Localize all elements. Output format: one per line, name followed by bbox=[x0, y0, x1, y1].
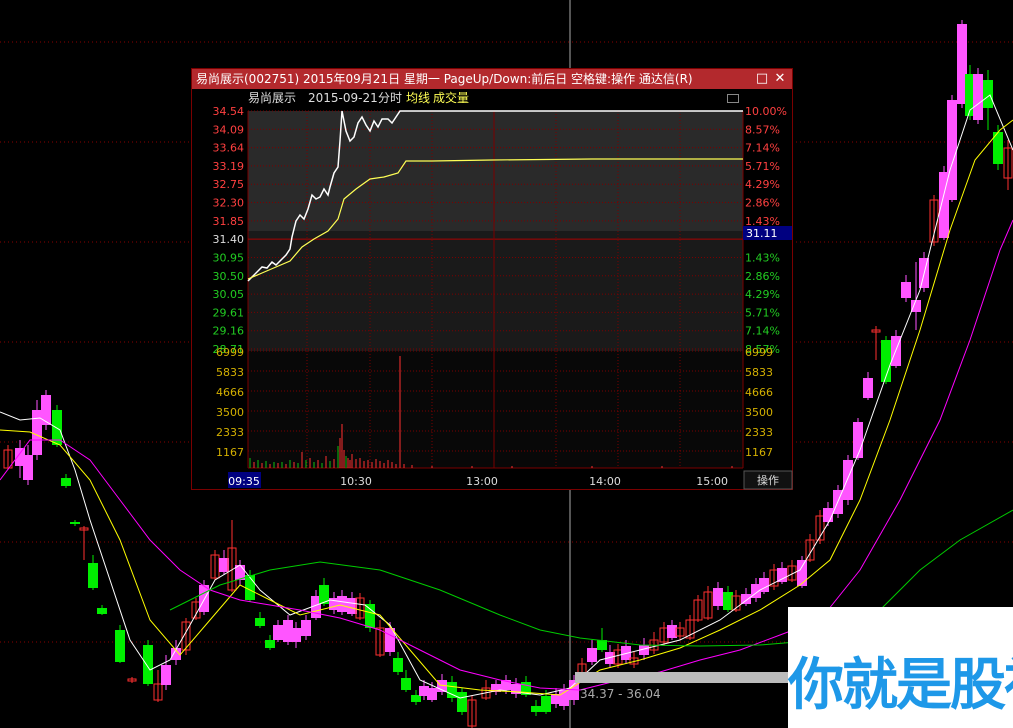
price-tick: 34.54 bbox=[213, 105, 245, 118]
candle-body bbox=[541, 696, 551, 712]
candle-body bbox=[161, 665, 171, 685]
watermark-slogan: 你就是股神 bbox=[788, 653, 1013, 718]
time-tick: 13:00 bbox=[466, 475, 498, 488]
candle-body bbox=[88, 563, 98, 588]
pct-tick: 7.14% bbox=[745, 325, 780, 338]
candle-body bbox=[587, 648, 597, 662]
candle-body bbox=[273, 625, 283, 640]
volume-tick: 3500 bbox=[216, 406, 244, 419]
candle-body bbox=[365, 604, 375, 628]
volume-tick: 4666 bbox=[745, 386, 773, 399]
pct-tick: 5.71% bbox=[745, 306, 780, 319]
candle-body bbox=[411, 695, 421, 702]
pct-tick: 1.43% bbox=[745, 251, 780, 264]
volume-tick: 6999 bbox=[745, 346, 773, 359]
pct-tick: 2.86% bbox=[745, 197, 780, 210]
candle-body bbox=[337, 596, 347, 612]
time-tick: 10:30 bbox=[340, 475, 372, 488]
candle-body bbox=[115, 630, 125, 662]
ops-button-label[interactable]: 操作 bbox=[757, 473, 779, 487]
candle-body bbox=[97, 608, 107, 614]
pct-tick: 1.43% bbox=[745, 215, 780, 228]
candle-body bbox=[41, 395, 51, 425]
pct-tick: 2.86% bbox=[745, 270, 780, 283]
pct-tick: 8.57% bbox=[745, 123, 780, 136]
volume-tick: 3500 bbox=[745, 406, 773, 419]
volume-tick: 6999 bbox=[216, 346, 244, 359]
candle-body bbox=[843, 460, 853, 500]
pct-tick: 4.29% bbox=[745, 178, 780, 191]
volume-tick: 5833 bbox=[745, 366, 773, 379]
candle-body bbox=[255, 618, 265, 626]
candle-body bbox=[245, 575, 255, 600]
volume-panel-bg bbox=[248, 351, 743, 468]
candle-body bbox=[531, 706, 541, 712]
candle-body bbox=[901, 282, 911, 298]
cursor-readout-text: 34.37 - 36.04 bbox=[580, 687, 661, 701]
volume-tick: 2333 bbox=[216, 426, 244, 439]
price-tick: 31.40 bbox=[213, 233, 245, 246]
volume-tick: 1167 bbox=[216, 446, 244, 459]
volume-tick: 2333 bbox=[745, 426, 773, 439]
candle-body bbox=[143, 645, 153, 684]
price-tick: 33.19 bbox=[213, 160, 245, 173]
price-tick: 29.61 bbox=[213, 306, 245, 319]
candle-body bbox=[393, 658, 403, 672]
price-tick: 31.85 bbox=[213, 215, 245, 228]
candle-body bbox=[265, 640, 275, 648]
pct-tick: 4.29% bbox=[745, 288, 780, 301]
candle-body bbox=[32, 410, 42, 455]
time-tick: 14:00 bbox=[589, 475, 621, 488]
volume-tick: 1167 bbox=[745, 446, 773, 459]
candle-body bbox=[947, 100, 957, 200]
candle-body bbox=[301, 620, 311, 636]
candle-body bbox=[823, 508, 833, 522]
candle-body bbox=[777, 568, 787, 582]
price-tick: 32.75 bbox=[213, 178, 245, 191]
candle-body bbox=[457, 692, 467, 712]
price-tick: 30.95 bbox=[213, 251, 245, 264]
candle-body bbox=[70, 522, 80, 524]
candle-body bbox=[797, 560, 807, 586]
price-tick: 30.50 bbox=[213, 270, 245, 283]
candle-body bbox=[199, 585, 209, 612]
price-tick: 34.09 bbox=[213, 123, 245, 136]
price-tick: 29.16 bbox=[213, 325, 245, 338]
cursor-value: 31.11 bbox=[746, 227, 778, 240]
price-tick: 32.30 bbox=[213, 197, 245, 210]
price-tick: 30.05 bbox=[213, 288, 245, 301]
volume-tick: 4666 bbox=[216, 386, 244, 399]
time-tick: 09:35 bbox=[228, 475, 260, 488]
pct-tick: 5.71% bbox=[745, 160, 780, 173]
candle-body bbox=[597, 640, 607, 650]
candle-body bbox=[23, 455, 33, 480]
candle-body bbox=[291, 628, 301, 642]
candle-body bbox=[427, 688, 437, 700]
candle-body bbox=[713, 588, 723, 606]
intraday-popup-window[interactable]: 易尚展示(002751) 2015年09月21日 星期一 PageUp/Down… bbox=[191, 68, 793, 490]
candle-body bbox=[853, 422, 863, 458]
candle-body bbox=[911, 300, 921, 312]
candle-body bbox=[973, 74, 983, 120]
pct-tick: 10.00% bbox=[745, 105, 787, 118]
time-tick: 15:00 bbox=[696, 475, 728, 488]
watermark-site: 694.cn bbox=[928, 612, 1010, 640]
volume-tick: 5833 bbox=[216, 366, 244, 379]
intraday-chart: 34.54 10.00% 34.09 8.57% 33.64 7.14% 33.19 5.71… bbox=[213, 105, 793, 490]
candle-body bbox=[983, 80, 993, 108]
candle-body bbox=[401, 678, 411, 690]
candle-body bbox=[61, 478, 71, 486]
pct-tick: 7.14% bbox=[745, 142, 780, 155]
price-tick: 33.64 bbox=[213, 142, 245, 155]
candle-body bbox=[863, 378, 873, 398]
